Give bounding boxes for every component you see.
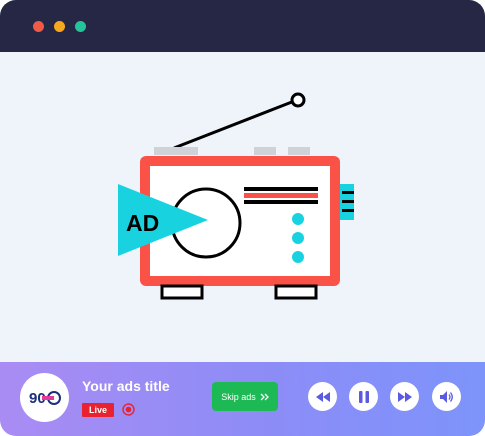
station-logo-icon: 90 [29,390,61,407]
radio-ad-illustration: AD [118,92,354,300]
fast-forward-icon [397,391,412,402]
live-badge: Live [82,403,115,417]
antenna-icon [173,98,298,150]
close-window-dot[interactable] [33,20,44,32]
station-logo: 90 [20,373,69,422]
ad-label: AD [126,210,159,236]
pause-icon [358,390,369,403]
record-icon [122,403,135,416]
window-titlebar [0,0,485,52]
minimize-window-dot[interactable] [54,20,65,32]
rewind-button[interactable] [308,382,337,411]
ad-content-area: AD [0,52,485,362]
double-chevron-right-icon [260,393,269,400]
pause-button[interactable] [349,382,378,411]
volume-button[interactable] [432,382,461,411]
skip-ads-label: Skip ads [221,391,256,402]
fast-forward-button[interactable] [390,382,419,411]
maximize-window-dot[interactable] [75,20,86,32]
volume-icon [439,390,453,403]
ad-player-window: AD 90 Your ads title Live Skip ads [0,0,485,436]
rewind-icon [315,391,330,402]
skip-ads-button[interactable]: Skip ads [212,382,278,411]
ad-title: Your ads title [82,378,170,394]
ad-player-bar: 90 Your ads title Live Skip ads [0,362,485,436]
